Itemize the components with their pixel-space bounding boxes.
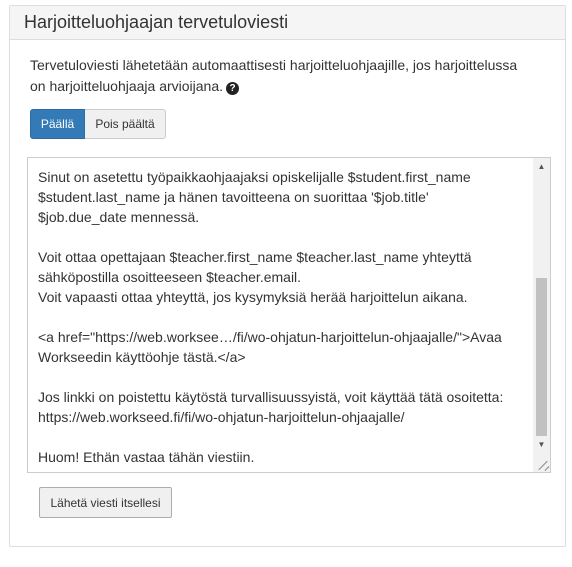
question-circle-icon[interactable]: ? [226,82,240,95]
panel-title: Harjoitteluohjaajan tervetuloviesti [10,6,565,40]
intro-text: Tervetuloviesti lähetetään automaattises… [30,57,518,94]
scrollbar-thumb[interactable] [536,278,547,436]
toggle-group: Päällä Pois päältä [30,109,166,139]
scroll-up-arrow-icon[interactable]: ▲ [533,158,550,175]
scroll-down-arrow-icon[interactable]: ▼ [533,436,550,453]
intro-text-block: Tervetuloviesti lähetetään automaattises… [30,55,530,97]
message-body[interactable]: Sinut on asetettu työpaikkaohjaajaksi op… [38,167,528,467]
resize-grip-icon[interactable] [533,455,550,472]
send-to-self-button[interactable]: Lähetä viesti itsellesi [39,487,172,518]
toggle-on-button[interactable]: Päällä [30,109,85,139]
toggle-off-button[interactable]: Pois päältä [85,109,166,139]
message-textarea[interactable]: Sinut on asetettu työpaikkaohjaajaksi op… [27,157,551,473]
vertical-scrollbar[interactable]: ▲ ▼ [533,158,550,472]
